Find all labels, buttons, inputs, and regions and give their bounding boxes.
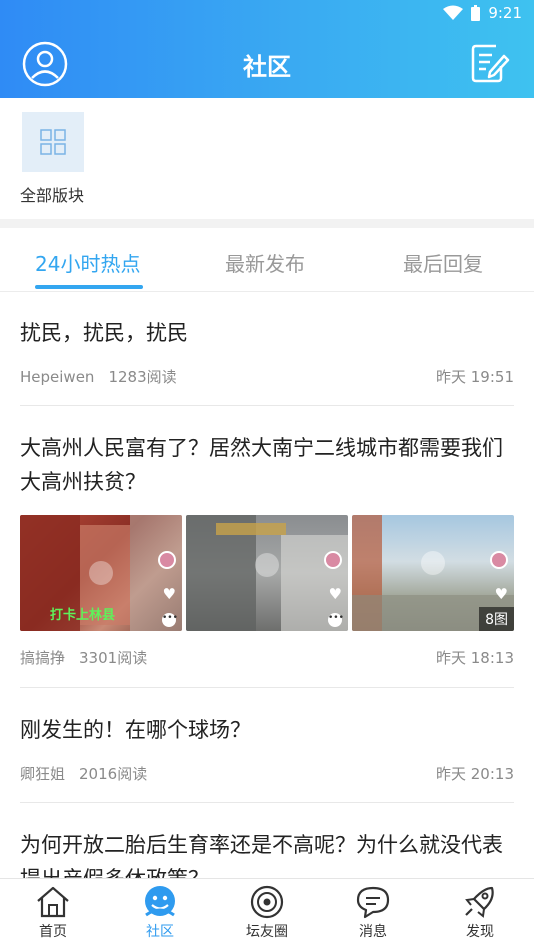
nav-community[interactable]: 社区: [130, 885, 190, 941]
nav-label: 坛友圈: [246, 924, 288, 940]
photo-building-image: [186, 515, 348, 631]
avatar: [490, 551, 508, 569]
message-icon: [356, 886, 390, 919]
heart-icon: ♥: [494, 585, 508, 603]
post-item[interactable]: 刚发生的！在哪个球场？ 卿狂姐 2016阅读 昨天 20:13: [20, 713, 514, 793]
image-caption: 打卡上林县: [50, 608, 116, 623]
post-title: 刚发生的！在哪个球场？: [20, 718, 251, 742]
new-post-button[interactable]: [470, 42, 510, 84]
post-views: 3301阅读: [79, 649, 148, 667]
avatar: [324, 551, 342, 569]
bottom-nav: 首页 社区 坛友圈 消息 发现: [0, 878, 534, 949]
divider: [20, 405, 514, 406]
tab-bar: 24小时热点 最新发布 最后回复: [0, 228, 534, 292]
wifi-icon: [443, 5, 464, 21]
nav-messages[interactable]: 消息: [343, 885, 403, 941]
post-author: Hepeiwen: [20, 368, 95, 386]
nav-discover[interactable]: 发现: [450, 885, 510, 941]
edit-note-icon: [471, 44, 510, 83]
status-time: 9:21: [488, 4, 522, 22]
post-item[interactable]: 扰民，扰民，扰民 Hepeiwen 1283阅读 昨天 19:51: [20, 316, 514, 396]
nav-label: 首页: [39, 924, 67, 940]
grid-icon: [40, 129, 66, 155]
image-count-badge: 8图: [479, 607, 514, 631]
all-sections-button[interactable]: [22, 112, 84, 172]
post-time: 昨天 20:13: [436, 765, 514, 783]
post-time: 昨天 18:13: [436, 649, 514, 667]
heart-icon: ♥: [328, 585, 342, 603]
forum-circle-icon: [250, 885, 284, 919]
post-images: 打卡上林县 ♥ ••• ♥ ••• ♥ 8图: [20, 515, 514, 631]
tab-24h-hot[interactable]: 24小时热点: [35, 248, 140, 277]
post-item[interactable]: 大高州人民富有了？居然大南宁二线城市都需要我们大高州扶贫？ 打卡上林县 ♥ ••…: [20, 431, 514, 676]
post-meta: 卿狂姐 2016阅读: [20, 763, 147, 784]
post-author: 搞搞挣: [20, 649, 66, 667]
nav-label: 社区: [146, 924, 174, 940]
more-icon: •••: [328, 613, 344, 627]
post-image[interactable]: 打卡上林县 ♥ •••: [20, 515, 182, 631]
community-icon: [145, 886, 175, 917]
avatar: [158, 551, 176, 569]
tab-latest[interactable]: 最新发布: [225, 248, 305, 277]
post-title: 扰民，扰民，扰民: [20, 321, 188, 345]
nav-forum-circle[interactable]: 坛友圈: [237, 885, 297, 941]
app-header: 9:21 社区: [0, 0, 534, 98]
divider: [20, 687, 514, 688]
tab-last-reply[interactable]: 最后回复: [403, 248, 483, 277]
all-sections-label: 全部版块: [20, 186, 85, 205]
heart-icon: ♥: [162, 585, 176, 603]
divider: [20, 802, 514, 803]
post-meta: Hepeiwen 1283阅读: [20, 366, 177, 387]
post-time: 昨天 19:51: [436, 368, 514, 386]
more-icon: •••: [162, 613, 178, 627]
post-title: 大高州人民富有了？居然大南宁二线城市都需要我们大高州扶贫？: [20, 436, 503, 494]
rocket-icon: [465, 886, 494, 918]
section-separator: [0, 219, 534, 228]
post-title: 为何开放二胎后生育率还是不高呢？为什么就没代表提出产假多休政策？: [20, 833, 503, 878]
post-image[interactable]: ♥ 8图: [352, 515, 514, 631]
post-item[interactable]: 为何开放二胎后生育率还是不高呢？为什么就没代表提出产假多休政策？: [20, 828, 514, 878]
post-image[interactable]: ♥ •••: [186, 515, 348, 631]
post-views: 2016阅读: [79, 765, 148, 783]
battery-icon: [471, 5, 481, 21]
nav-label: 发现: [466, 924, 494, 940]
nav-label: 消息: [359, 924, 387, 940]
sections-area: 全部版块: [0, 98, 534, 220]
page-title: 社区: [243, 53, 291, 81]
home-icon: [37, 886, 69, 918]
post-views: 1283阅读: [108, 368, 177, 386]
post-meta: 搞搞挣 3301阅读: [20, 647, 147, 668]
status-bar: 9:21: [443, 4, 522, 22]
nav-home[interactable]: 首页: [23, 885, 83, 941]
active-tab-indicator: [35, 285, 143, 289]
post-author: 卿狂姐: [20, 765, 66, 783]
